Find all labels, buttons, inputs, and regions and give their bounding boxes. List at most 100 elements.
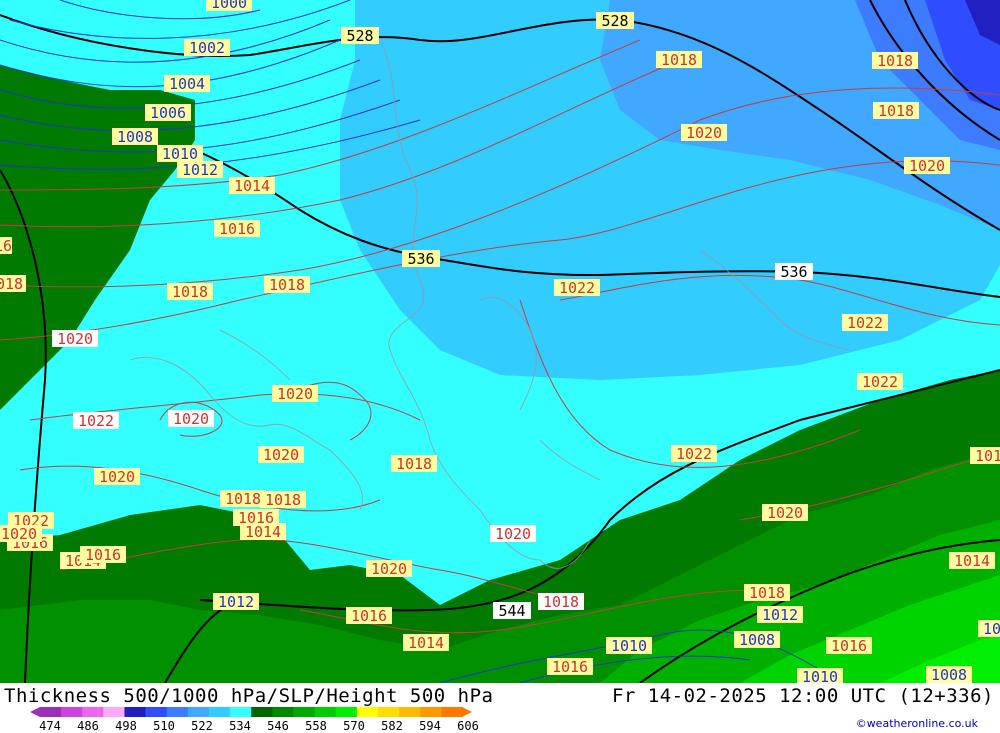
- scale-swatch: [314, 707, 337, 717]
- slp-label: 1020: [168, 410, 214, 428]
- slp-label: 1008: [112, 128, 158, 146]
- scale-tick-label: 558: [305, 719, 327, 733]
- scale-swatch: [377, 707, 400, 717]
- scale-swatch: [356, 707, 379, 717]
- svg-text:544: 544: [498, 602, 525, 620]
- slp-label: 1014: [403, 634, 449, 652]
- scale-swatch: [187, 707, 210, 717]
- slp-label: 1004: [164, 75, 210, 93]
- scale-swatch: [230, 707, 252, 717]
- svg-text:1016: 1016: [0, 237, 12, 255]
- svg-text:1020: 1020: [173, 410, 209, 428]
- svg-text:1020: 1020: [909, 157, 945, 175]
- svg-text:1020: 1020: [1, 525, 37, 543]
- scale-swatch: [103, 707, 125, 717]
- slp-label: 1008: [926, 666, 972, 683]
- slp-label: 1018: [0, 275, 26, 293]
- weather-map: 528 528 536 536 544 1000 1002 1004 1006 …: [0, 0, 1000, 683]
- scale-tick-label: 582: [381, 719, 403, 733]
- svg-text:1022: 1022: [676, 445, 712, 463]
- thickness-label: 536: [775, 263, 813, 281]
- svg-text:528: 528: [346, 27, 373, 45]
- slp-label: 1000: [206, 0, 252, 12]
- scale-swatch: [82, 707, 104, 717]
- svg-text:1018: 1018: [269, 276, 305, 294]
- slp-label: 1016: [214, 220, 260, 238]
- svg-text:1016: 1016: [975, 447, 1000, 465]
- slp-label: 1018: [873, 102, 919, 120]
- svg-text:1012: 1012: [218, 593, 254, 611]
- svg-text:1014: 1014: [954, 552, 990, 570]
- svg-text:536: 536: [407, 250, 434, 268]
- slp-label: 1016: [547, 658, 593, 676]
- svg-text:1016: 1016: [351, 607, 387, 625]
- thickness-label: 528: [596, 12, 634, 30]
- scale-tick-label: 498: [115, 719, 137, 733]
- scale-tick-label: 594: [419, 719, 441, 733]
- slp-label: 1020: [0, 525, 42, 543]
- slp-label: 1010: [797, 668, 843, 683]
- slp-label: 1010: [978, 620, 1000, 638]
- thickness-label: 536: [402, 250, 440, 268]
- svg-text:1008: 1008: [117, 128, 153, 146]
- slp-label: 1002: [184, 39, 230, 57]
- slp-label: 1014: [229, 177, 275, 195]
- svg-text:1008: 1008: [931, 666, 967, 683]
- scale-swatch: [145, 707, 168, 717]
- svg-text:1014: 1014: [245, 523, 281, 541]
- svg-text:528: 528: [601, 12, 628, 30]
- scale-swatch: [399, 707, 421, 717]
- color-scale: [30, 707, 472, 717]
- slp-label: 1016: [346, 607, 392, 625]
- svg-text:1018: 1018: [0, 275, 23, 293]
- slp-label: 1018: [167, 283, 213, 301]
- slp-label: 1018: [872, 52, 918, 70]
- svg-text:1022: 1022: [559, 279, 595, 297]
- svg-text:1018: 1018: [172, 283, 208, 301]
- slp-label: 1014: [949, 552, 995, 570]
- slp-label: 1016: [826, 637, 872, 655]
- scale-swatch: [166, 707, 189, 717]
- slp-label: 1020: [681, 124, 727, 142]
- slp-label: 1006: [145, 104, 191, 122]
- svg-text:1014: 1014: [408, 634, 444, 652]
- slp-label: 1016: [80, 546, 126, 564]
- scale-swatch: [293, 707, 316, 717]
- svg-text:1010: 1010: [611, 637, 647, 655]
- svg-text:1020: 1020: [99, 468, 135, 486]
- svg-text:1022: 1022: [78, 412, 114, 430]
- slp-label: 1010: [606, 637, 652, 655]
- scale-tick-label: 546: [267, 719, 289, 733]
- scale-swatch: [335, 707, 358, 717]
- map-title: Thickness 500/1000 hPa/SLP/Height 500 hP…: [4, 685, 494, 707]
- svg-text:1022: 1022: [847, 314, 883, 332]
- svg-text:1004: 1004: [169, 75, 205, 93]
- svg-text:1020: 1020: [371, 560, 407, 578]
- slp-label: 1018: [264, 276, 310, 294]
- slp-label: 1012: [757, 606, 803, 624]
- slp-label: 1012: [213, 593, 259, 611]
- svg-text:1014: 1014: [234, 177, 270, 195]
- svg-text:1020: 1020: [277, 385, 313, 403]
- slp-label: 1020: [52, 330, 98, 348]
- slp-label: 1020: [94, 468, 140, 486]
- svg-text:1018: 1018: [661, 51, 697, 69]
- svg-text:1006: 1006: [150, 104, 186, 122]
- credit-link[interactable]: ©weatheronline.co.uk: [856, 717, 978, 730]
- svg-text:1016: 1016: [85, 546, 121, 564]
- slp-label: 1018: [744, 584, 790, 602]
- footer-bar: Thickness 500/1000 hPa/SLP/Height 500 hP…: [0, 683, 1000, 733]
- svg-text:1008: 1008: [739, 631, 775, 649]
- slp-label: 1018: [260, 491, 306, 509]
- scale-tick-label: 474: [39, 719, 61, 733]
- svg-text:1016: 1016: [552, 658, 588, 676]
- scale-tick-label: 522: [191, 719, 213, 733]
- svg-text:1012: 1012: [182, 161, 218, 179]
- slp-label: 1018: [656, 51, 702, 69]
- scale-tick-label: 510: [153, 719, 175, 733]
- svg-text:1012: 1012: [762, 606, 798, 624]
- slp-label: 1018: [538, 593, 584, 611]
- slp-label: 1020: [490, 525, 536, 543]
- svg-text:1018: 1018: [396, 455, 432, 473]
- slp-label: 1018: [220, 490, 266, 508]
